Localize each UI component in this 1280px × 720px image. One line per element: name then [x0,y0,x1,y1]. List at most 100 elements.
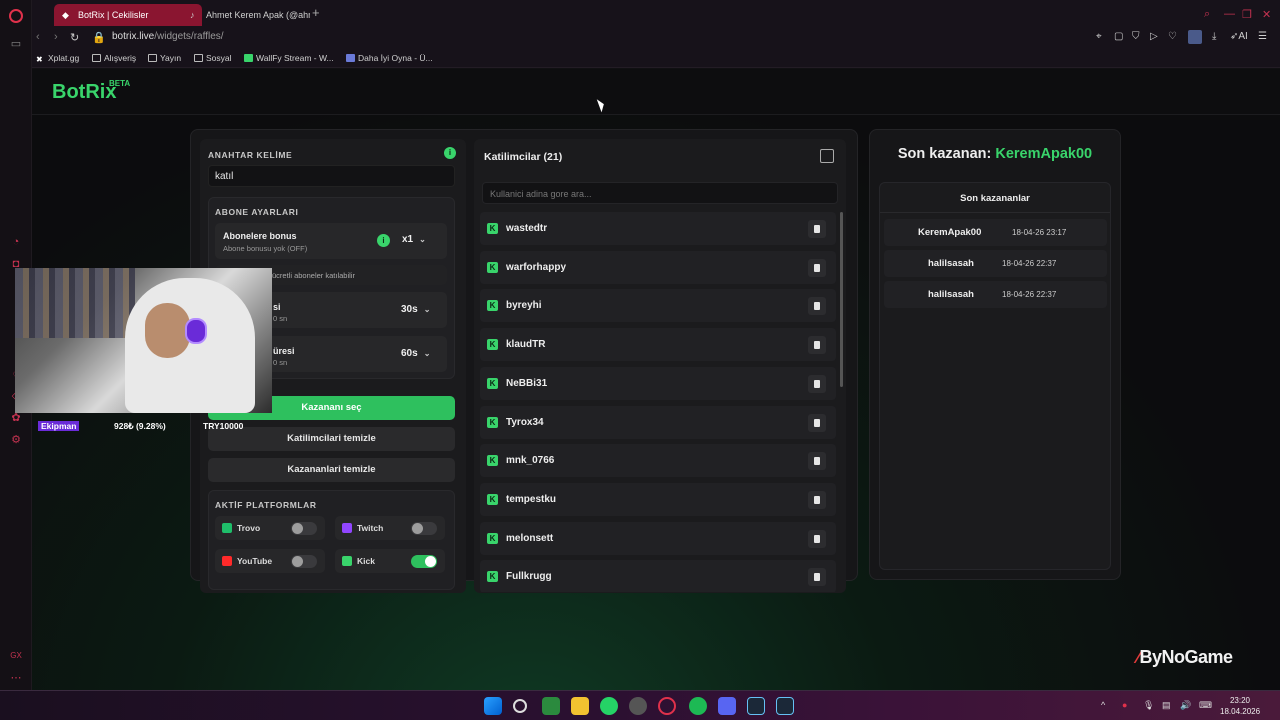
platform-name: Kick [357,556,375,566]
heart-icon[interactable]: ♡ [1168,31,1177,42]
aria-icon[interactable]: ➶AI [1230,31,1248,42]
trash-icon[interactable] [808,220,826,238]
participant-scrollbar[interactable] [840,212,844,592]
timer1-select[interactable]: 30s ⌄ [401,304,430,315]
timer2-select[interactable]: 60s ⌄ [401,348,430,359]
twitch-toggle[interactable] [411,522,437,535]
volume-icon[interactable]: 🔊 [1180,700,1191,711]
app-header: BotRix BETA [32,69,1280,115]
steam-icon[interactable] [747,697,765,715]
bookmark-sosyal[interactable]: Sosyal [194,53,232,63]
winner-row: halilsasah 18-04-26 22:37 [884,250,1107,277]
winner-name: halilsasah [928,258,974,269]
opera-gx-icon[interactable] [658,697,676,715]
subscriber-bonus-row: Abonelere bonus Abone bonusu yok (OFF) i… [215,223,447,259]
goal-progress: 928₺ (9.28%) [114,421,166,431]
webcam-overlay [15,268,272,413]
system-clock[interactable]: 23:20 18.04.2026 [1220,695,1260,717]
kick-icon: K [487,261,498,273]
clear-winners-button[interactable]: Kazananlari temizle [208,458,455,482]
bookmark-yayin[interactable]: Yayın [148,53,181,63]
trash-icon[interactable] [808,374,826,393]
maximize-button[interactable]: ❐ [1242,8,1252,21]
more-icon[interactable]: ⋯ [10,672,22,684]
opera-logo-icon[interactable] [9,9,23,23]
copy-icon[interactable] [820,149,834,163]
reload-button[interactable]: ↻ [70,31,79,44]
bookmark-label: Alışveriş [104,53,137,63]
watermark-text: ByNoGame [1139,647,1234,667]
search-tabs-icon[interactable]: ⌕ [1204,8,1210,21]
participant-name: byreyhi [506,300,542,312]
spotify-icon[interactable] [689,697,707,715]
shield-icon[interactable]: ⛉ [1132,31,1140,42]
trovo-toggle[interactable] [291,522,317,535]
settings-icon[interactable]: ⚙ [10,434,22,446]
participant-search-input[interactable]: Kullanici adina gore ara... [482,182,838,204]
back-button[interactable]: ‹ [36,31,40,43]
whatsapp-icon[interactable] [600,697,618,715]
participant-name: warforhappy [506,261,567,273]
bookmark-alisveris[interactable]: Alışveriş [92,53,136,63]
bookmark-xplat[interactable]: ✖ Xplat.gg [36,53,79,64]
tab-botrix[interactable]: ◆ BotRix | Cekilisler [54,4,202,26]
trash-icon[interactable] [808,258,826,277]
search-icon[interactable] [513,699,527,713]
app-icon[interactable] [542,697,560,715]
trash-icon[interactable] [808,297,826,316]
botrix-logo[interactable]: BotRix [52,81,116,104]
trash-icon[interactable] [808,413,826,432]
profile-avatar[interactable] [1188,30,1202,44]
microphone-icon[interactable]: 🎙 [1143,700,1154,711]
file-explorer-icon[interactable] [571,697,589,715]
participant-list: Kwastedtr Kwarforhappy Kbyreyhi KklaudTR K Ne… [480,212,836,592]
youtube-toggle[interactable] [291,555,317,568]
windows-taskbar: ^ ● 🎙 ▤ 🔊 ⌨ 23:20 18.04.2026 [0,690,1280,720]
keyword-input[interactable]: katıl [208,165,455,187]
close-button[interactable]: ✕ [1262,8,1271,21]
pin-icon[interactable]: ⌖ [1096,31,1102,42]
info-icon[interactable]: i [444,147,456,159]
discord-icon[interactable] [718,697,736,715]
scrollbar-thumb[interactable] [840,212,843,387]
keyboard-icon[interactable]: ⌨ [1199,700,1212,711]
tab-tiktok[interactable]: ♪ Ahmet Kerem Apak (@ahm [182,4,310,26]
platform-twitch: Twitch [335,516,445,540]
bookmark-label: Sosyal [206,53,232,63]
snapshot-icon[interactable]: ▢ [1114,31,1123,42]
trash-icon[interactable] [808,529,826,548]
gx-icon[interactable]: GX [10,650,22,662]
minimize-button[interactable]: — [1224,8,1235,20]
trash-icon[interactable] [808,490,826,509]
steam-icon[interactable] [776,697,794,715]
workspace-icon[interactable]: ▭ [10,38,22,50]
url-host: botrix.live [112,31,155,42]
participant-name: NeBBi31 [506,377,548,389]
history-icon[interactable]: ◔ [10,236,22,248]
menu-icon[interactable]: ☰ [1258,31,1267,42]
trash-icon[interactable] [808,568,826,587]
clock-time: 23:20 [1229,696,1251,705]
trash-icon[interactable] [808,452,826,471]
address-bar: ‹ › ↻ 🔒 botrix.live/widgets/raffles/ ⌖ ▢… [32,28,1280,48]
network-icon[interactable]: ▤ [1162,700,1171,711]
extensions-icon[interactable]: ✿ [10,412,22,424]
kick-toggle[interactable] [411,555,437,568]
tray-app-icon[interactable]: ● [1122,700,1127,710]
trash-icon[interactable] [808,336,826,355]
winner-name: KeremApak00 [918,227,982,238]
kick-icon: K [487,300,498,312]
url-field[interactable]: botrix.live/widgets/raffles/ [112,31,224,42]
new-tab-button[interactable]: + [312,6,320,20]
forward-button[interactable]: › [54,31,58,43]
tray-chevron-icon[interactable]: ^ [1101,700,1105,710]
bonus-info-icon[interactable]: i [377,234,390,247]
download-icon[interactable]: ⤓ [1212,31,1216,42]
windows-start-icon[interactable] [484,697,502,715]
bookmark-wallfy[interactable]: WallFy Stream - W... [244,53,334,63]
bookmark-daha-iyi[interactable]: Daha İyi Oyna - Ü... [346,53,433,63]
participant-row: K Fullkrugg [480,560,836,592]
bonus-multiplier-select[interactable]: x1 ⌄ [402,234,426,245]
play-icon[interactable]: ▷ [1150,31,1158,42]
app-icon[interactable] [629,697,647,715]
